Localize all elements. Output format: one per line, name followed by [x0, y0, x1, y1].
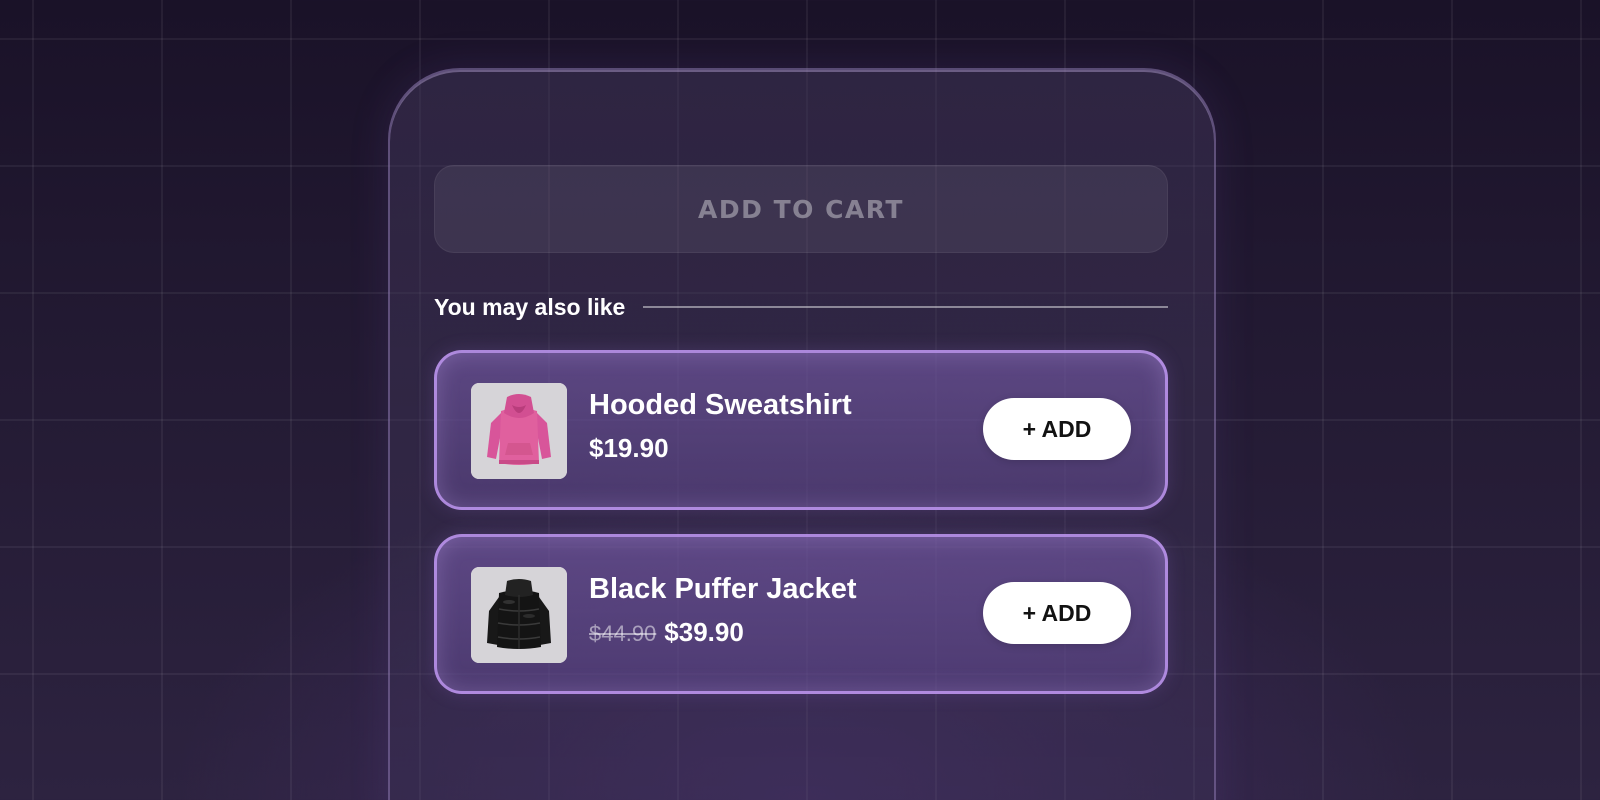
original-price: $44.90 — [589, 621, 657, 646]
product-name: Hooded Sweatshirt — [589, 389, 852, 421]
product-name: Black Puffer Jacket — [589, 573, 857, 605]
pink-hoodie-image — [471, 383, 567, 479]
black-puffer-jacket-image — [471, 567, 567, 663]
price-row: $19.90 — [589, 433, 669, 464]
recommendations-header: You may also like — [434, 292, 1168, 322]
product-price: $39.90 — [664, 617, 744, 647]
add-button[interactable]: + ADD — [983, 398, 1131, 460]
divider — [643, 306, 1168, 308]
add-button[interactable]: + ADD — [983, 582, 1131, 644]
add-to-cart-button[interactable]: ADD TO CART — [434, 165, 1168, 253]
product-card-hooded-sweatshirt[interactable]: Hooded Sweatshirt $19.90 + ADD — [434, 350, 1168, 510]
product-price: $19.90 — [589, 433, 669, 463]
product-card-black-puffer-jacket[interactable]: Black Puffer Jacket $44.90 $39.90 + ADD — [434, 534, 1168, 694]
price-row: $44.90 $39.90 — [589, 617, 744, 648]
section-title: You may also like — [434, 293, 626, 320]
